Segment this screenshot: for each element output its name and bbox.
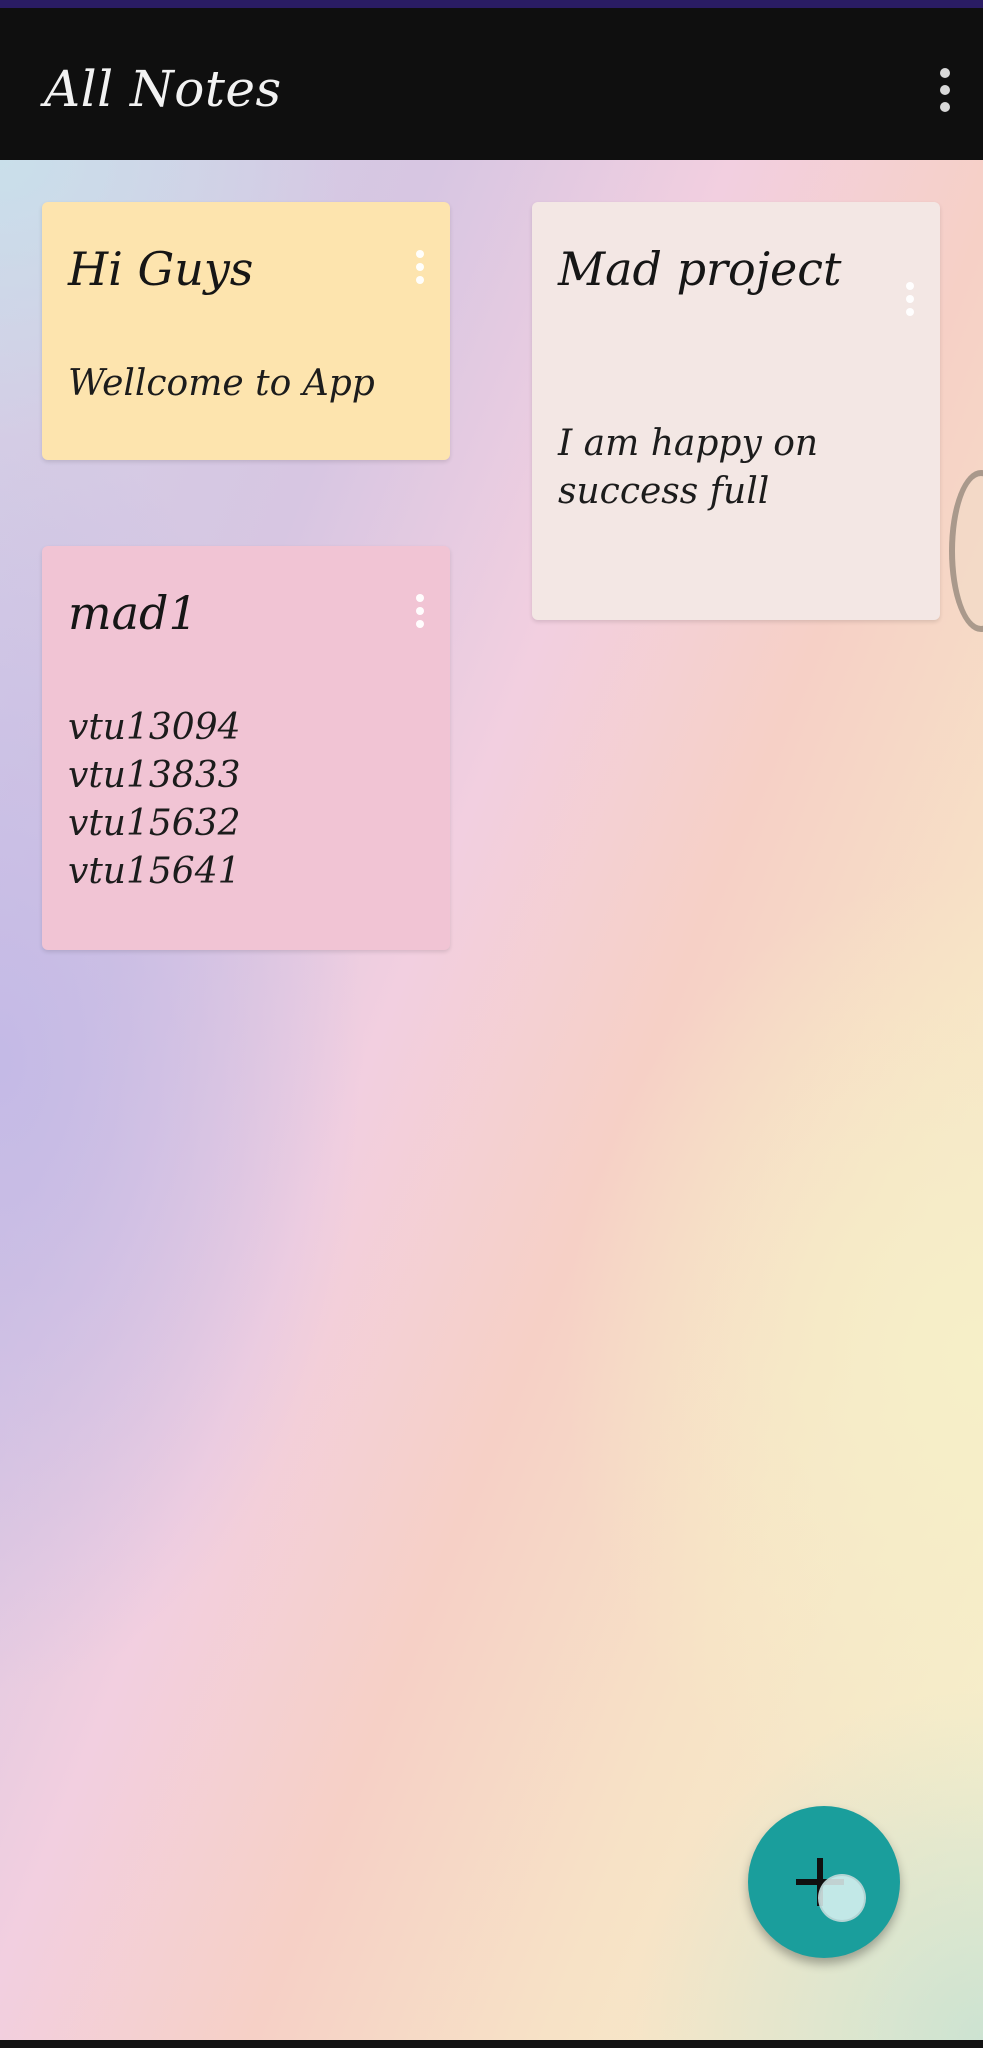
app-bar: All Notes — [0, 8, 983, 160]
note-title: Mad project — [558, 242, 842, 296]
status-bar — [0, 0, 983, 8]
note-menu-button[interactable] — [410, 242, 430, 292]
more-vert-icon — [906, 282, 914, 290]
note-body: I am happy on success full — [558, 423, 819, 512]
note-title: mad1 — [68, 586, 198, 640]
more-options-button[interactable] — [927, 60, 963, 120]
notes-grid: Hi Guys Wellcome to App Mad project I am… — [0, 160, 983, 2040]
note-body: vtu13094 vtu13833 vtu15632 vtu15641 — [68, 707, 241, 892]
note-card[interactable]: Hi Guys Wellcome to App — [42, 202, 450, 460]
more-vert-icon — [416, 594, 424, 602]
note-card[interactable]: Mad project I am happy on success full — [532, 202, 940, 620]
note-card[interactable]: mad1 vtu13094 vtu13833 vtu15632 vtu15641 — [42, 546, 450, 950]
navigation-bar — [0, 2040, 983, 2048]
add-note-button[interactable] — [748, 1806, 900, 1958]
note-title: Hi Guys — [68, 242, 254, 296]
more-vert-icon — [940, 68, 950, 78]
page-title: All Notes — [44, 60, 282, 118]
touch-indicator — [818, 1874, 866, 1922]
note-body: Wellcome to App — [68, 363, 375, 404]
note-menu-button[interactable] — [900, 274, 920, 324]
note-menu-button[interactable] — [410, 586, 430, 636]
more-vert-icon — [416, 250, 424, 258]
edge-panel-handle[interactable] — [949, 470, 983, 632]
